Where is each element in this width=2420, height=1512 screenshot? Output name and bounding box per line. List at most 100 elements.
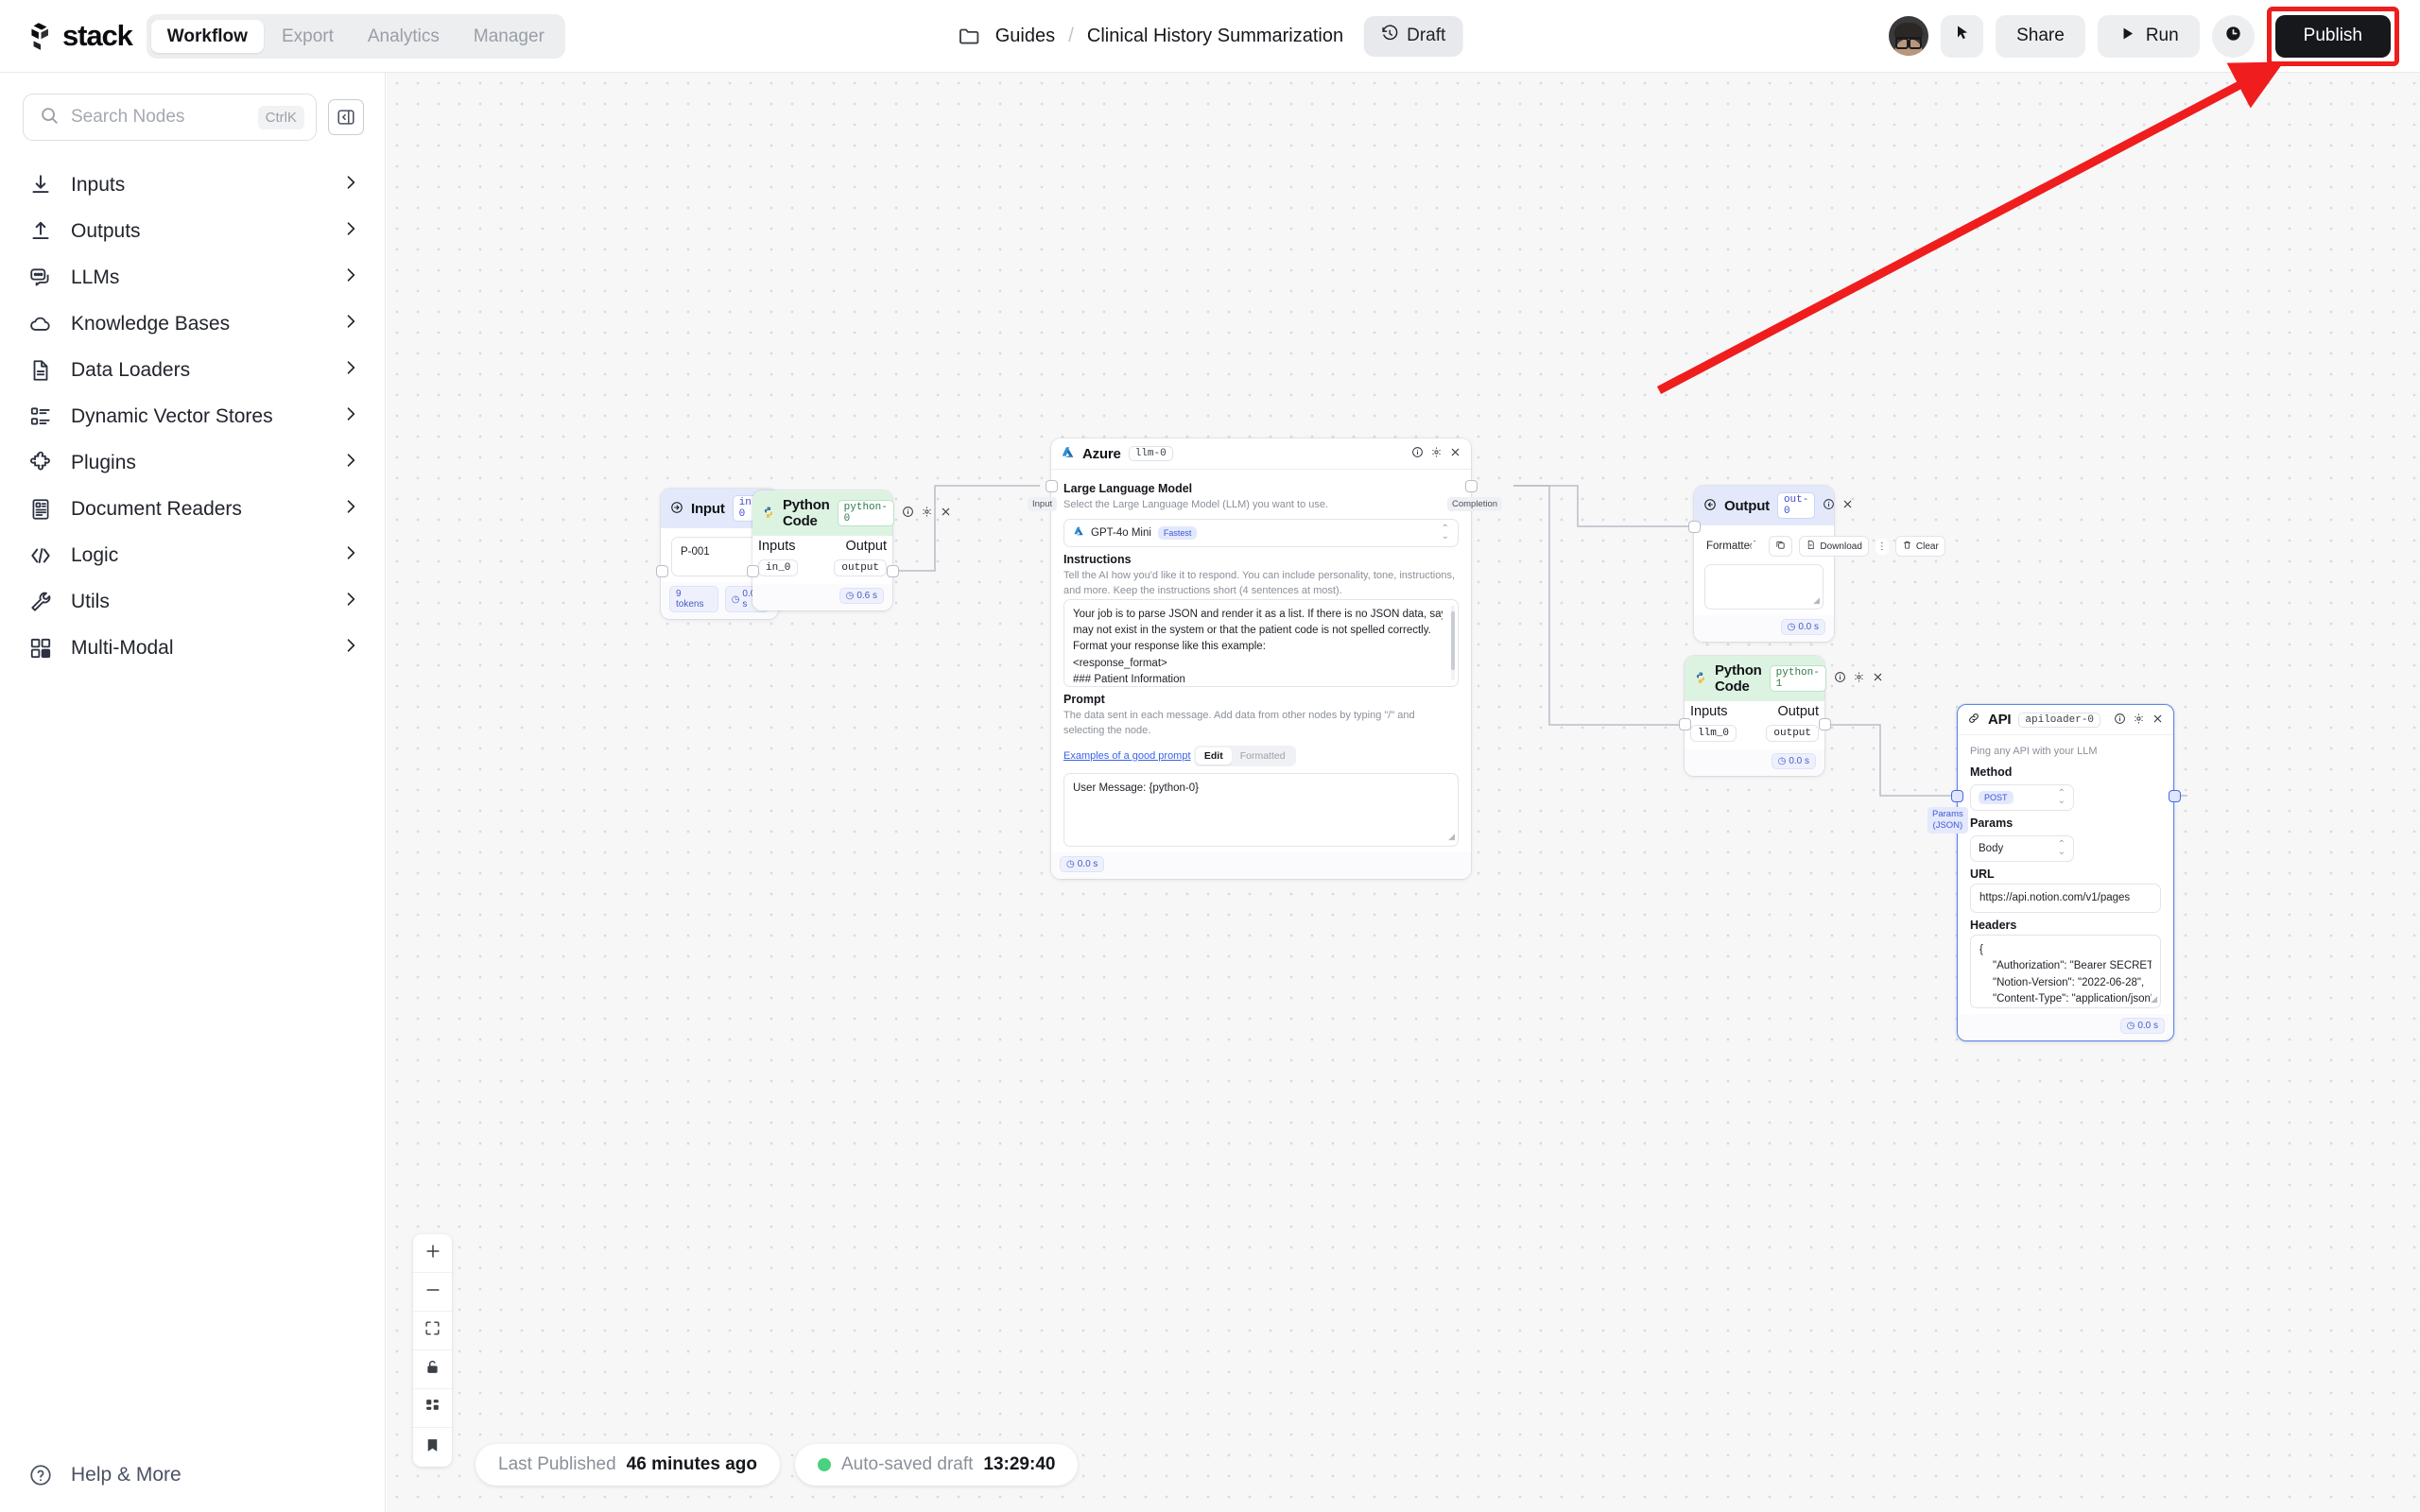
info-icon[interactable] — [1411, 446, 1424, 461]
sidebar-item-document-readers[interactable]: Document Readers — [0, 486, 385, 532]
gear-icon[interactable] — [1853, 671, 1865, 686]
history-button[interactable] — [2211, 14, 2255, 58]
chevron-updown-icon[interactable]: ⌃ ⌄ — [2058, 788, 2066, 805]
copy-button[interactable] — [1769, 536, 1793, 557]
workflow-canvas[interactable]: Input in-0 P-001 ◢ 9 tokens ◷ 0.0 s — [387, 73, 2420, 1512]
method-select[interactable]: POST ⌃ ⌄ — [1970, 783, 2074, 811]
sidebar-item-multi-modal[interactable]: Multi-Modal — [0, 625, 385, 671]
search-input[interactable]: Search Nodes CtrlK — [23, 94, 317, 141]
tab-analytics[interactable]: Analytics — [352, 20, 456, 53]
header-actions: Share Run Publish — [1889, 6, 2399, 66]
sidebar-item-utils[interactable]: Utils — [0, 578, 385, 625]
brand[interactable]: stack — [25, 19, 133, 53]
node-api[interactable]: API apiloader-0 Ping any API with your L… — [1957, 704, 2174, 1042]
close-icon[interactable] — [1449, 446, 1461, 461]
page-title[interactable]: Clinical History Summarization — [1087, 26, 1343, 47]
port-api-out[interactable] — [2169, 790, 2181, 802]
prompt-textarea[interactable]: User Message: {python-0} ◢ — [1063, 772, 1459, 847]
port-python0-out[interactable] — [887, 565, 899, 577]
gear-icon[interactable] — [2133, 713, 2145, 728]
headers-textarea[interactable]: { "Authorization": "Bearer SECRET_KEY_HE… — [1970, 935, 2161, 1009]
resize-grip-icon[interactable]: ◢ — [1448, 831, 1455, 844]
status-badge[interactable]: Draft — [1364, 15, 1463, 57]
breadcrumb-separator: / — [1068, 25, 1074, 46]
instructions-line: Your job is to parse JSON and render it … — [1073, 608, 1443, 620]
gear-icon[interactable] — [1430, 446, 1443, 461]
help-and-more-button[interactable]: Help & More — [0, 1463, 385, 1487]
info-icon[interactable] — [1823, 498, 1835, 513]
chevron-right-icon — [341, 636, 360, 660]
prompt-mode-formatted[interactable]: Formatted — [1232, 747, 1294, 765]
avatar[interactable] — [1889, 16, 1929, 56]
lock-button[interactable] — [413, 1350, 452, 1389]
tab-export[interactable]: Export — [266, 20, 350, 53]
chevron-updown-icon[interactable]: ⌃ ⌄ — [1442, 524, 1449, 541]
sidebar-item-knowledge-bases[interactable]: Knowledge Bases — [0, 301, 385, 347]
gear-icon[interactable] — [921, 506, 933, 521]
zoom-in-button[interactable] — [413, 1234, 452, 1273]
input-port-pill[interactable]: in_0 — [758, 559, 799, 576]
resize-grip-icon[interactable]: ◢ — [2151, 993, 2157, 1006]
input-port-pill[interactable]: llm_0 — [1690, 725, 1737, 742]
node-azure-llm[interactable]: Azure llm-0 Large Language Model Select … — [1051, 438, 1471, 879]
model-select[interactable]: GPT-4o Mini Fastest ⌃ ⌄ — [1063, 518, 1459, 547]
share-button[interactable]: Share — [1996, 14, 2085, 58]
close-icon[interactable] — [2152, 713, 2164, 728]
sidebar-item-label: Outputs — [71, 219, 141, 242]
sidebar-item-outputs[interactable]: Outputs — [0, 208, 385, 254]
zoom-out-button[interactable] — [413, 1273, 452, 1312]
url-label: URL — [1970, 867, 1995, 881]
port-azure-out[interactable] — [1465, 480, 1478, 492]
port-api-in[interactable] — [1951, 790, 1963, 802]
node-python-0[interactable]: Python Code python-0 Inputs in_0 Output … — [752, 490, 950, 610]
output-value-field[interactable]: ◢ — [1704, 564, 1824, 610]
tab-manager[interactable]: Manager — [458, 20, 561, 53]
params-select[interactable]: Body ⌃ ⌄ — [1970, 834, 2074, 862]
more-options-button[interactable]: ⋮ — [1875, 538, 1889, 555]
chevron-updown-icon[interactable]: ⌃ ⌄ — [2058, 839, 2066, 856]
scrollbar-thumb[interactable] — [1451, 610, 1455, 670]
chat-bubbles-icon — [28, 266, 53, 290]
sidebar-item-logic[interactable]: Logic — [0, 532, 385, 578]
sidebar-item-data-loaders[interactable]: Data Loaders — [0, 347, 385, 393]
output-port-pill[interactable]: output — [834, 559, 887, 576]
upload-icon — [28, 219, 53, 244]
close-icon[interactable] — [940, 506, 952, 521]
node-python-1[interactable]: Python Code python-1 Inputs llm_0 Output… — [1685, 656, 1882, 776]
sidebar-item-dynamic-vector-stores[interactable]: Dynamic Vector Stores — [0, 393, 385, 439]
port-output-in[interactable] — [1688, 521, 1701, 533]
close-icon[interactable] — [1841, 498, 1854, 513]
resize-grip-icon[interactable]: ◢ — [1813, 594, 1820, 608]
close-icon[interactable] — [1872, 671, 1884, 686]
chevron-right-icon — [341, 358, 360, 382]
port-azure-in[interactable] — [1046, 480, 1058, 492]
port-python1-out[interactable] — [1819, 718, 1831, 730]
panel-collapse-icon[interactable] — [328, 99, 364, 135]
sidebar-item-llms[interactable]: LLMs — [0, 254, 385, 301]
sidebar-item-inputs[interactable]: Inputs — [0, 162, 385, 208]
url-field[interactable]: https://api.notion.com/v1/pages — [1970, 883, 2161, 914]
clear-button[interactable]: Clear — [1894, 536, 1945, 557]
prompt-mode-edit[interactable]: Edit — [1195, 747, 1232, 765]
port-input-out[interactable] — [656, 565, 668, 577]
run-button[interactable]: Run — [2097, 14, 2200, 58]
output-port-pill[interactable]: output — [1766, 725, 1819, 742]
sidebar-item-plugins[interactable]: Plugins — [0, 439, 385, 486]
search-placeholder: Search Nodes — [71, 107, 185, 127]
breadcrumb-root[interactable]: Guides — [995, 26, 1055, 47]
fit-view-button[interactable] — [413, 1312, 452, 1350]
node-output[interactable]: Output out-0 Formatted Download ⋮ Clear … — [1694, 486, 1945, 642]
download-button[interactable]: Download — [1799, 536, 1869, 557]
port-python1-in[interactable] — [1679, 718, 1691, 730]
port-python0-in[interactable] — [747, 565, 759, 577]
instructions-textarea[interactable]: Your job is to parse JSON and render it … — [1063, 598, 1459, 687]
info-icon[interactable] — [902, 506, 914, 521]
tab-workflow[interactable]: Workflow — [150, 19, 264, 53]
bookmark-button[interactable] — [413, 1428, 452, 1467]
publish-button[interactable]: Publish — [2274, 14, 2391, 58]
prompt-examples-link[interactable]: Examples of a good prompt — [1063, 750, 1191, 762]
info-icon[interactable] — [1834, 671, 1846, 686]
mini-map-button[interactable] — [413, 1389, 452, 1428]
info-icon[interactable] — [2114, 713, 2126, 728]
cursor-tool-button[interactable] — [1941, 14, 1984, 58]
